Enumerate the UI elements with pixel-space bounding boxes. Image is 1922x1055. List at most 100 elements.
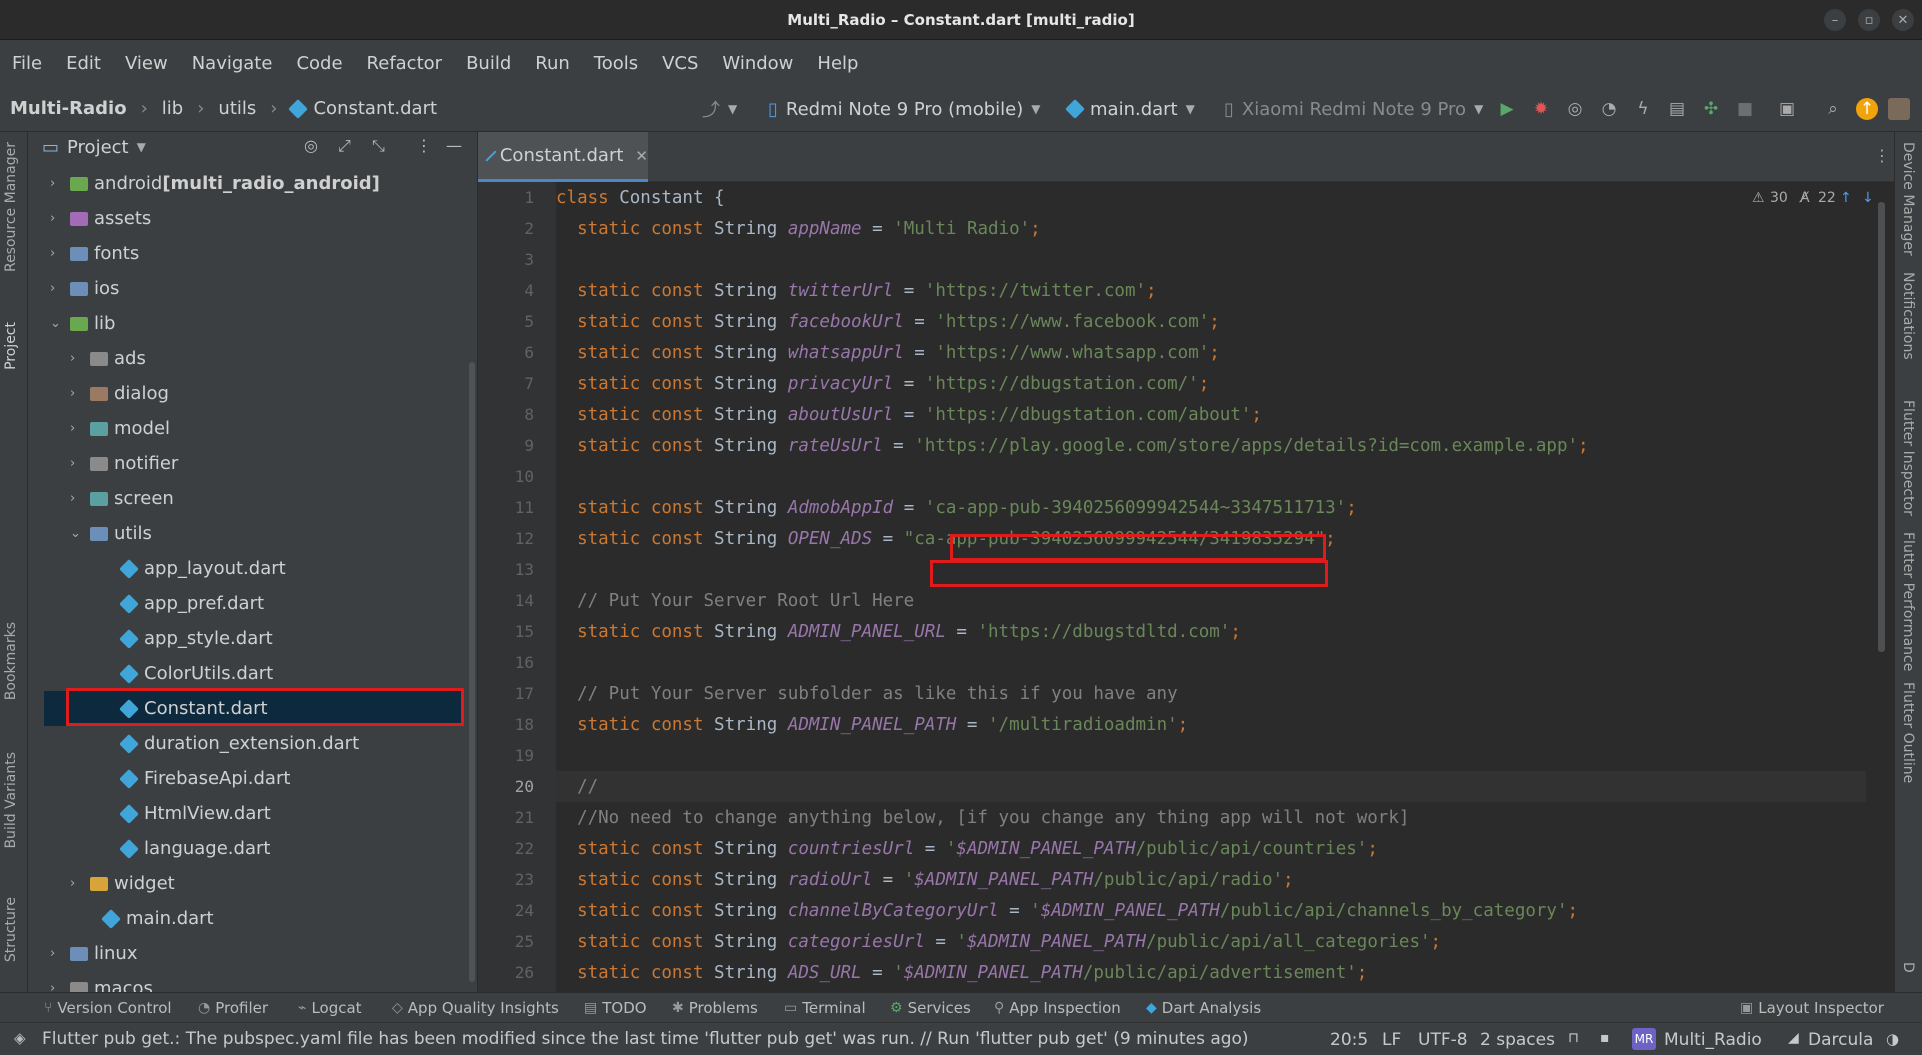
code-line[interactable]	[556, 244, 1866, 275]
menu-window[interactable]: Window	[722, 53, 793, 74]
tree-item-app-layout[interactable]: app_layout.dart	[28, 551, 477, 586]
code-line[interactable]: static const String AdmobAppId = 'ca-app…	[556, 492, 1866, 523]
target-device-selector[interactable]: ▯ Redmi Note 9 Pro (mobile) ▼	[768, 86, 1040, 132]
chevron-down-icon[interactable]: ▼	[137, 140, 146, 154]
tree-item-ios[interactable]: › ios	[28, 271, 477, 306]
tab-options-icon[interactable]: ⋮	[1874, 146, 1890, 165]
run-config-selector[interactable]: main.dart ▼	[1065, 86, 1195, 132]
typo-icon[interactable]: A̸	[1800, 190, 1810, 206]
line-separator[interactable]: LF	[1382, 1030, 1401, 1050]
file-encoding[interactable]: UTF-8	[1418, 1030, 1468, 1050]
menu-file[interactable]: File	[12, 53, 42, 74]
coverage-icon[interactable]: ◎	[1564, 98, 1586, 120]
tool-profiler[interactable]: ◔ Profiler	[198, 993, 268, 1023]
code-line[interactable]: static const String aboutUsUrl = 'https:…	[556, 399, 1866, 430]
tree-item-utils[interactable]: ⌄ utils	[28, 516, 477, 551]
menu-edit[interactable]: Edit	[66, 53, 101, 74]
tree-item-main[interactable]: main.dart	[28, 901, 477, 936]
close-icon[interactable]: ✕	[635, 147, 648, 165]
arrow-up-icon[interactable]: ↑	[1840, 190, 1852, 206]
arrow-down-icon[interactable]: ↓	[1862, 190, 1874, 206]
tool-version-control[interactable]: ⑂ Version Control	[44, 993, 172, 1023]
code-area[interactable]: class Constant { static const String app…	[556, 182, 1866, 992]
code-line[interactable]: static const String facebookUrl = 'https…	[556, 306, 1866, 337]
apply-changes-icon[interactable]: ▤	[1666, 98, 1688, 120]
code-line[interactable]: static const String channelByCategoryUrl…	[556, 895, 1866, 926]
code-line[interactable]: class Constant {	[556, 182, 1866, 213]
stop-icon[interactable]: ■	[1734, 98, 1756, 120]
tab-build-variants[interactable]: Build Variants	[3, 752, 19, 849]
code-line[interactable]: static const String ADMIN_PANEL_PATH = '…	[556, 709, 1866, 740]
lock-icon[interactable]: ⊓	[1568, 1030, 1579, 1046]
breadcrumb-lib[interactable]: lib	[162, 98, 183, 119]
theme-name[interactable]: Darcula	[1808, 1030, 1873, 1050]
tree-item-firebaseapi[interactable]: FirebaseApi.dart	[28, 761, 477, 796]
update-icon[interactable]: ↑	[1856, 98, 1878, 120]
tree-item-app-pref[interactable]: app_pref.dart	[28, 586, 477, 621]
notification-icon[interactable]: ▪	[1600, 1030, 1610, 1046]
collapse-all-icon[interactable]: ⤡	[372, 136, 385, 156]
weak-warning-count[interactable]: 22	[1818, 190, 1836, 206]
tab-flutter-inspector[interactable]: Flutter Inspector	[1900, 400, 1916, 516]
tree-item-macos[interactable]: › macos	[28, 971, 477, 992]
code-line[interactable]: static const String rateUsUrl = 'https:/…	[556, 430, 1866, 461]
code-line[interactable]: static const String whatsappUrl = 'https…	[556, 337, 1866, 368]
memory-icon[interactable]: ◑	[1886, 1030, 1899, 1048]
run-icon[interactable]: ▶	[1496, 98, 1518, 120]
close-icon[interactable]: ✕	[1892, 9, 1914, 31]
avatar[interactable]	[1888, 98, 1910, 120]
tree-item-widget[interactable]: › widget	[28, 866, 477, 901]
profile-icon[interactable]: ◔	[1598, 98, 1620, 120]
maximize-icon[interactable]: ▫	[1858, 9, 1880, 31]
tool-app-quality-insights[interactable]: ◇ App Quality Insights	[392, 993, 559, 1023]
indent-setting[interactable]: 2 spaces	[1480, 1030, 1555, 1050]
tree-item-linux[interactable]: › linux	[28, 936, 477, 971]
code-line[interactable]: // Put Your Server subfolder as like thi…	[556, 678, 1866, 709]
tab-constant-dart[interactable]: Constant.dart ✕	[478, 132, 648, 182]
tree-item-duration-extension[interactable]: duration_extension.dart	[28, 726, 477, 761]
code-line[interactable]: //	[556, 771, 1866, 802]
tree-item-screen[interactable]: › screen	[28, 481, 477, 516]
tree-item-app-style[interactable]: app_style.dart	[28, 621, 477, 656]
breadcrumb-project[interactable]: Multi-Radio	[10, 98, 127, 119]
tree-item-android[interactable]: › android [multi_radio_android]	[28, 166, 477, 201]
menu-tools[interactable]: Tools	[594, 53, 638, 74]
tool-app-inspection[interactable]: ⚲ App Inspection	[994, 993, 1121, 1023]
project-name[interactable]: Multi_Radio	[1664, 1030, 1762, 1050]
attach-debugger-icon[interactable]: ✣	[1700, 98, 1722, 120]
hide-icon[interactable]: —	[446, 136, 462, 155]
tab-d[interactable]: D	[1900, 962, 1916, 973]
editor-scrollbar[interactable]	[1878, 202, 1885, 652]
tool-terminal[interactable]: ▭ Terminal	[784, 993, 866, 1023]
code-line[interactable]: static const String countriesUrl = ' $ADM…	[556, 833, 1866, 864]
menu-refactor[interactable]: Refactor	[367, 53, 443, 74]
menu-code[interactable]: Code	[296, 53, 342, 74]
device-manager-icon[interactable]: ▣	[1776, 98, 1798, 120]
search-icon[interactable]: ⌕	[1822, 98, 1844, 120]
tree-item-assets[interactable]: › assets	[28, 201, 477, 236]
tab-structure[interactable]: Structure	[3, 897, 19, 962]
code-line[interactable]: static const String ADMIN_PANEL_URL = 'h…	[556, 616, 1866, 647]
hot-reload-icon[interactable]: ϟ	[1632, 98, 1654, 120]
tree-item-lib[interactable]: ⌄ lib	[28, 306, 477, 341]
code-line[interactable]	[556, 740, 1866, 771]
tree-item-model[interactable]: › model	[28, 411, 477, 446]
tree-item-dialog[interactable]: › dialog	[28, 376, 477, 411]
tool-dart-analysis[interactable]: ◆ Dart Analysis	[1146, 993, 1261, 1023]
breadcrumb-utils[interactable]: utils	[218, 98, 256, 119]
menu-view[interactable]: View	[125, 53, 168, 74]
menu-navigate[interactable]: Navigate	[192, 53, 273, 74]
vcs-update-button[interactable]: ⤴ ▼	[702, 86, 737, 132]
tool-logcat[interactable]: ⌁ Logcat	[298, 993, 362, 1023]
code-line[interactable]: static const String appName = 'Multi Rad…	[556, 213, 1866, 244]
minimize-icon[interactable]: –	[1824, 9, 1846, 31]
project-panel-title[interactable]: Project	[67, 137, 129, 158]
warning-count[interactable]: 30	[1770, 190, 1788, 206]
code-line[interactable]: static const String privacyUrl = 'https:…	[556, 368, 1866, 399]
tab-flutter-performance[interactable]: Flutter Performance	[1900, 532, 1916, 671]
locate-icon[interactable]: ◎	[304, 136, 318, 155]
code-line[interactable]	[556, 461, 1866, 492]
layers-icon[interactable]: ◈	[14, 1029, 26, 1047]
tree-item-colorutils[interactable]: ColorUtils.dart	[28, 656, 477, 691]
project-scrollbar[interactable]	[469, 362, 475, 982]
